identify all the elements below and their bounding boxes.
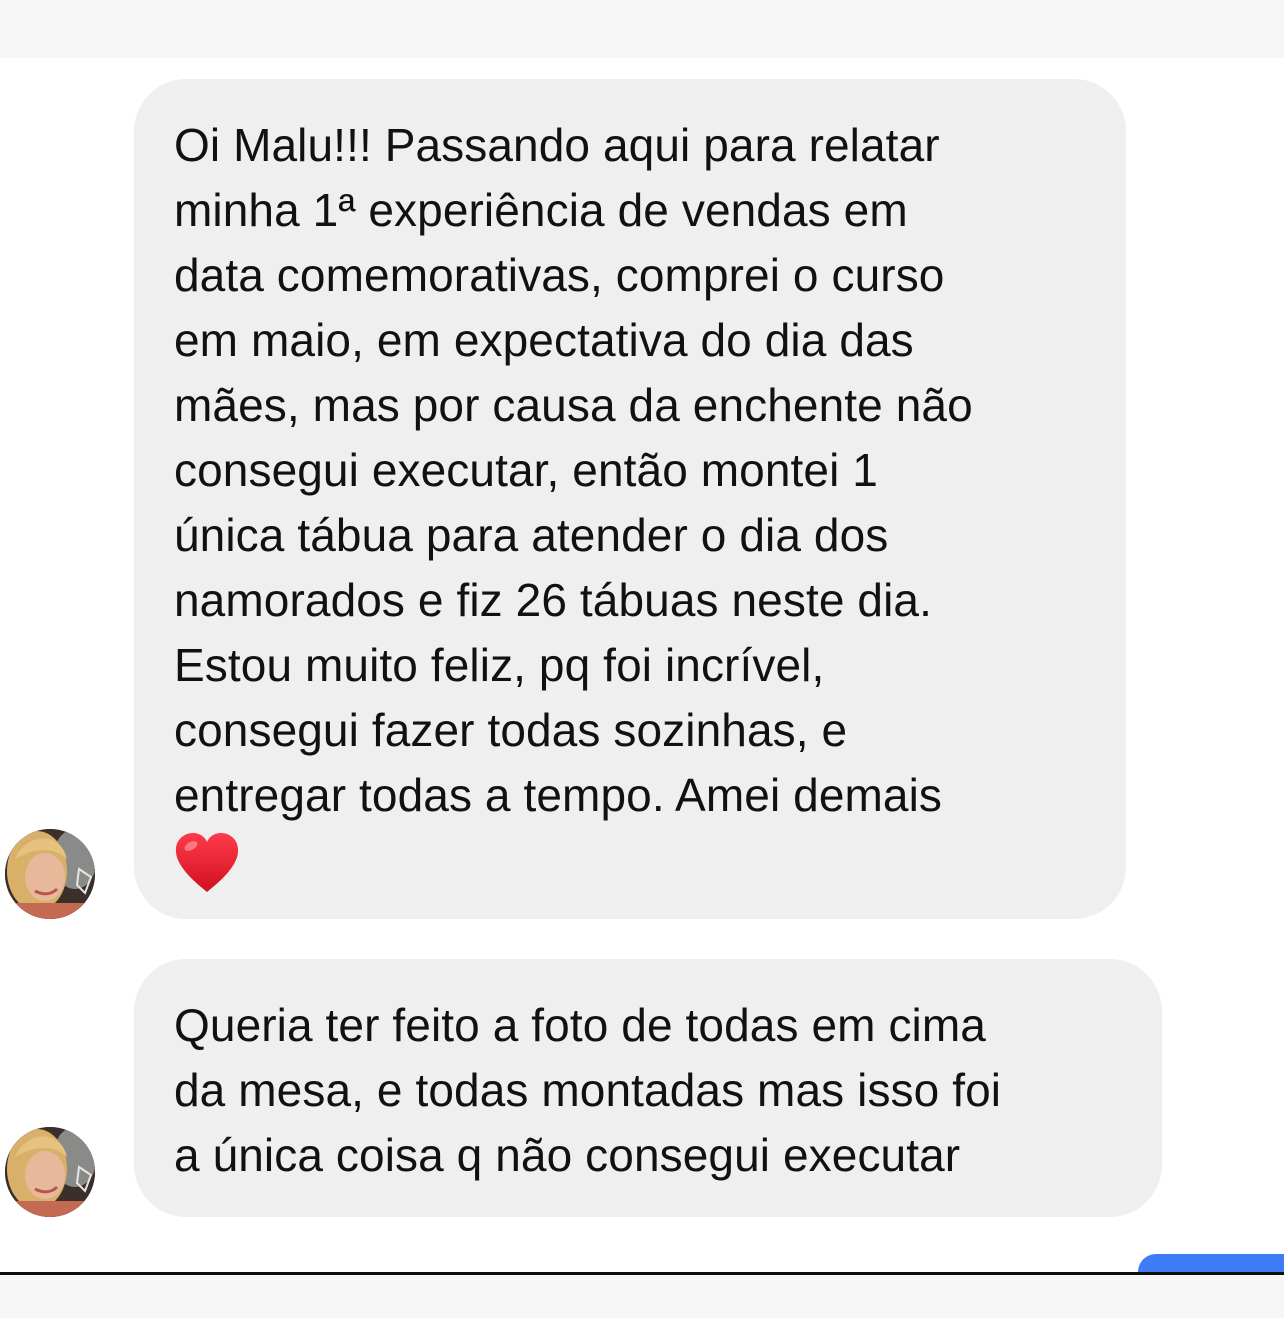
message-1-line: única tábua para atender o dia dos bbox=[174, 509, 889, 561]
message-1-line: entregar todas a tempo. Amei demais bbox=[174, 769, 943, 821]
message-2-line: Queria ter feito a foto de todas em cima bbox=[174, 999, 986, 1051]
red-heart-icon bbox=[175, 833, 239, 892]
top-bar bbox=[0, 0, 1284, 59]
message-bubble-2[interactable]: Queria ter feito a foto de todas em cima… bbox=[134, 959, 1162, 1217]
message-1-line: mães, mas por causa da enchente não bbox=[174, 379, 973, 431]
outgoing-bubble-edge bbox=[1138, 1254, 1284, 1272]
message-1-line: minha 1ª experiência de vendas em bbox=[174, 184, 908, 236]
avatar-photo bbox=[5, 1127, 95, 1217]
message-bubble-1[interactable]: Oi Malu!!! Passando aqui para relatar mi… bbox=[134, 79, 1126, 919]
avatar[interactable] bbox=[5, 829, 95, 919]
message-1-line: Oi Malu!!! Passando aqui para relatar bbox=[174, 119, 940, 171]
message-1-line: data comemorativas, comprei o curso bbox=[174, 249, 945, 301]
message-2-line: a única coisa q não consegui executar bbox=[174, 1129, 961, 1181]
message-1-line: em maio, em expectativa do dia das bbox=[174, 314, 914, 366]
message-2-line: da mesa, e todas montadas mas isso foi bbox=[174, 1064, 1002, 1116]
avatar[interactable] bbox=[5, 1127, 95, 1217]
message-1-line: consegui executar, então montei 1 bbox=[174, 444, 878, 496]
message-1-line: consegui fazer todas sozinhas, e bbox=[174, 704, 848, 756]
message-1-line: namorados e fiz 26 tábuas neste dia. bbox=[174, 574, 932, 626]
chat-thread[interactable]: Oi Malu!!! Passando aqui para relatar mi… bbox=[0, 58, 1284, 1272]
bottom-bar bbox=[0, 1275, 1284, 1318]
avatar-photo bbox=[5, 829, 95, 919]
message-1-line: Estou muito feliz, pq foi incrível, bbox=[174, 639, 825, 691]
